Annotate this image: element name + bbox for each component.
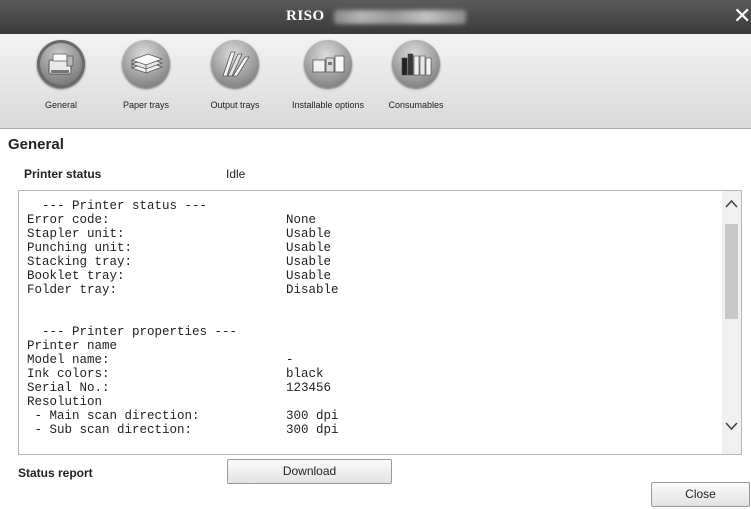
tab-consumables[interactable]: Consumables <box>380 34 452 128</box>
tab-label: Output trays <box>210 100 260 110</box>
scroll-up-icon[interactable] <box>722 193 741 215</box>
printer-icon <box>37 40 85 88</box>
tab-installable-options[interactable]: Installable options <box>282 34 374 128</box>
report-line: Printer name <box>27 339 118 353</box>
report-line: Error code: None <box>27 213 317 227</box>
vertical-scrollbar[interactable] <box>722 191 741 454</box>
report-line: - Sub scan direction: 300 dpi <box>27 423 339 437</box>
report-line: Model name: - <box>27 353 294 367</box>
tab-label: Installable options <box>291 100 365 110</box>
close-button[interactable]: Close <box>651 482 750 507</box>
report-line: --- Printer status --- <box>27 199 208 213</box>
report-line: Folder tray: Disable <box>27 283 339 297</box>
tab-label: General <box>44 100 78 110</box>
download-button[interactable]: Download <box>227 459 392 484</box>
close-window-icon[interactable]: ✕ <box>733 5 751 29</box>
printer-status-label: Printer status <box>24 167 102 181</box>
status-report-label: Status report <box>18 466 93 480</box>
report-line: Stapler unit: Usable <box>27 227 332 241</box>
window-title: RISO <box>286 8 325 24</box>
report-line: Resolution <box>27 395 103 409</box>
ink-cartridges-icon <box>392 40 440 88</box>
toolbar: General Paper trays Output trays Install… <box>0 34 751 129</box>
title-redacted <box>334 10 466 24</box>
printer-status-value: Idle <box>226 167 246 181</box>
report-line: Serial No.: 123456 <box>27 381 332 395</box>
status-report-textarea[interactable]: --- Printer status --- Error code: None S… <box>18 190 742 455</box>
report-line: - Main scan direction: 300 dpi <box>27 409 339 423</box>
options-icon <box>304 40 352 88</box>
scroll-down-icon[interactable] <box>722 415 741 437</box>
tab-output-trays[interactable]: Output trays <box>204 34 266 128</box>
report-line: Punching unit: Usable <box>27 241 332 255</box>
section-title: General <box>8 136 64 153</box>
report-line: Booklet tray: Usable <box>27 269 332 283</box>
report-line: Stacking tray: Usable <box>27 255 332 269</box>
report-line: --- Printer properties --- <box>27 325 238 339</box>
tab-label: Paper trays <box>122 100 170 110</box>
title-bar: RISO ✕ <box>0 0 751 34</box>
tab-paper-trays[interactable]: Paper trays <box>118 34 174 128</box>
report-content: --- Printer status --- Error code: None S… <box>19 191 721 454</box>
output-tray-icon <box>211 40 259 88</box>
report-line: Ink colors: black <box>27 367 324 381</box>
tab-general[interactable]: General <box>28 34 94 128</box>
scrollbar-thumb[interactable] <box>725 224 738 319</box>
tab-label: Consumables <box>388 100 444 110</box>
paper-stack-icon <box>122 40 170 88</box>
